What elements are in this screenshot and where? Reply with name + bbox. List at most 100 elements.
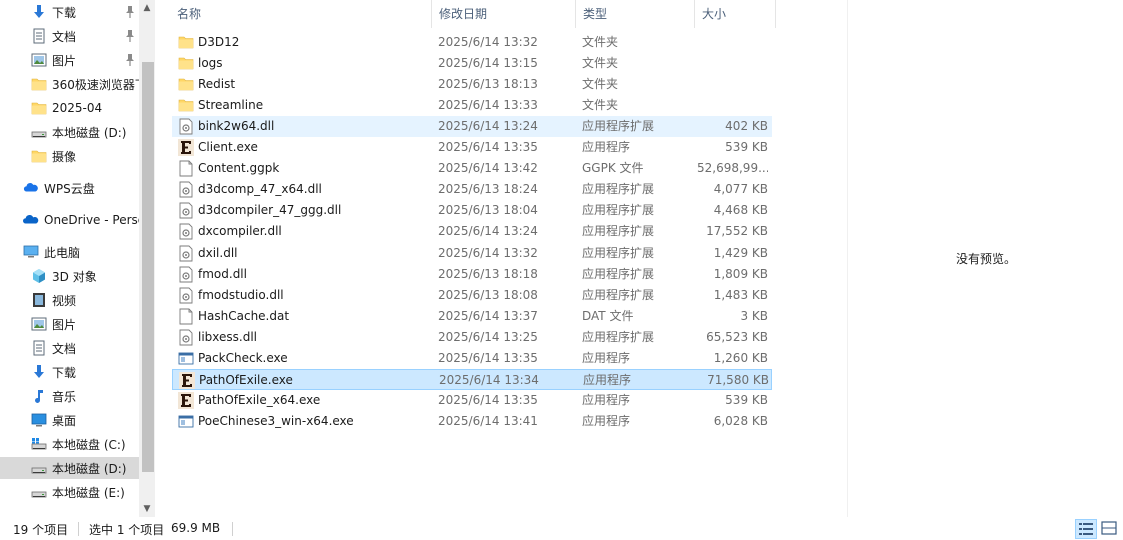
- sidebar-scroll-thumb[interactable]: [142, 62, 154, 472]
- file-row[interactable]: Streamline 2025/6/14 13:33 文件夹: [172, 95, 772, 116]
- dll-gear-icon: [178, 266, 194, 283]
- scroll-down-arrow-icon[interactable]: ▼: [141, 503, 153, 515]
- file-row[interactable]: d3dcompiler_47_ggg.dll 2025/6/13 18:04 应用程…: [172, 200, 772, 221]
- file-date: 2025/6/14 13:34: [439, 373, 539, 387]
- file-size: 1,429 KB: [713, 246, 768, 260]
- file-row[interactable]: HashCache.dat 2025/6/14 13:37 DAT 文件 3 KB: [172, 306, 772, 327]
- file-row[interactable]: dxil.dll 2025/6/14 13:32 应用程序扩展 1,429 KB: [172, 243, 772, 264]
- file-type: 应用程序: [582, 140, 631, 154]
- sidebar-item[interactable]: 3D 对象: [0, 265, 139, 287]
- video-icon: [31, 292, 47, 308]
- file-type: 文件夹: [582, 98, 619, 112]
- dll-gear-icon: [178, 245, 194, 262]
- sidebar-item[interactable]: 2025-04: [0, 97, 139, 119]
- blank-file-icon: [178, 308, 194, 325]
- details-view-button[interactable]: [1075, 519, 1097, 539]
- file-row[interactable]: libxess.dll 2025/6/14 13:25 应用程序扩展 65,523 K…: [172, 327, 772, 348]
- file-row[interactable]: Redist 2025/6/13 18:13 文件夹: [172, 74, 772, 95]
- file-row[interactable]: fmod.dll 2025/6/13 18:18 应用程序扩展 1,809 KB: [172, 264, 772, 285]
- sidebar-item[interactable]: 此电脑: [0, 241, 139, 263]
- sidebar-item[interactable]: 下载: [0, 1, 139, 23]
- sidebar-item[interactable]: 文档: [0, 337, 139, 359]
- sidebar-item[interactable]: 本地磁盘 (E:): [0, 481, 139, 503]
- column-header-size[interactable]: 大小: [695, 0, 776, 28]
- file-size: 52,698,99...: [697, 161, 768, 175]
- large-icons-view-button[interactable]: [1099, 519, 1121, 539]
- sidebar-item[interactable]: 桌面: [0, 409, 139, 431]
- sidebar-item[interactable]: 文档: [0, 25, 139, 47]
- sidebar-item-label: 本地磁盘 (C:): [52, 437, 126, 452]
- file-type: 应用程序: [582, 393, 631, 407]
- column-header-type[interactable]: 类型: [576, 0, 695, 28]
- preview-divider[interactable]: [847, 0, 848, 517]
- file-name: PackCheck.exe: [198, 351, 288, 365]
- file-row[interactable]: d3dcomp_47_x64.dll 2025/6/13 18:24 应用程序扩展 4…: [172, 179, 772, 200]
- file-row[interactable]: PathOfExile_x64.exe 2025/6/14 13:35 应用程序 53…: [172, 390, 772, 411]
- sidebar-item-label: 360极速浏览器下: [52, 77, 147, 92]
- file-type: 应用程序: [582, 351, 631, 365]
- sidebar-item-label: 摄像: [52, 149, 77, 164]
- sidebar-item[interactable]: 图片: [0, 313, 139, 335]
- sidebar-item-label: 音乐: [52, 389, 77, 404]
- file-row[interactable]: bink2w64.dll 2025/6/14 13:24 应用程序扩展 402 KB: [172, 116, 772, 137]
- file-row[interactable]: dxcompiler.dll 2025/6/14 13:24 应用程序扩展 17,55…: [172, 221, 772, 242]
- sidebar-item-label: 文档: [52, 341, 77, 356]
- file-name: fmod.dll: [198, 267, 247, 281]
- sidebar-item[interactable]: 图片: [0, 49, 139, 71]
- pin-icon[interactable]: [124, 5, 136, 19]
- file-type: 文件夹: [582, 35, 619, 49]
- sidebar-item[interactable]: 音乐: [0, 385, 139, 407]
- folder-icon: [31, 100, 47, 116]
- sidebar-item[interactable]: 本地磁盘 (C:): [0, 433, 139, 455]
- file-row[interactable]: D3D12 2025/6/14 13:32 文件夹: [172, 32, 772, 53]
- selection-count: 选中 1 个项目: [89, 523, 165, 537]
- dll-gear-icon: [178, 202, 194, 219]
- file-name: PoeChinese3_win-x64.exe: [198, 414, 354, 428]
- file-name: PathOfExile.exe: [199, 373, 293, 387]
- document-icon: [31, 340, 47, 356]
- sidebar-item-label: 图片: [52, 53, 77, 68]
- column-header-name[interactable]: 名称: [170, 0, 432, 28]
- file-type: 文件夹: [582, 56, 619, 70]
- status-divider: [232, 522, 233, 536]
- file-row[interactable]: logs 2025/6/14 13:15 文件夹: [172, 53, 772, 74]
- file-row[interactable]: PathOfExile.exe 2025/6/14 13:34 应用程序 71,580…: [172, 369, 772, 390]
- sidebar-item[interactable]: 下载: [0, 361, 139, 383]
- file-date: 2025/6/14 13:24: [438, 224, 538, 238]
- details-view-icon: [1079, 523, 1093, 535]
- file-name: Content.ggpk: [198, 161, 280, 175]
- file-date: 2025/6/14 13:33: [438, 98, 538, 112]
- selection-size: 69.9 MB: [171, 521, 221, 535]
- file-name: logs: [198, 56, 223, 70]
- file-row[interactable]: Client.exe 2025/6/14 13:35 应用程序 539 KB: [172, 137, 772, 158]
- drive-icon: [31, 124, 47, 140]
- sidebar-item[interactable]: 360极速浏览器下: [0, 73, 147, 95]
- file-type: 文件夹: [582, 77, 619, 91]
- poe-e-icon: [179, 372, 195, 389]
- sidebar-item[interactable]: 摄像: [0, 145, 139, 167]
- file-row[interactable]: PackCheck.exe 2025/6/14 13:35 应用程序 1,260 KB: [172, 348, 772, 369]
- sidebar-item[interactable]: OneDrive - Perso: [0, 209, 145, 231]
- large-icons-view-icon: [1101, 521, 1117, 535]
- file-row[interactable]: Content.ggpk 2025/6/14 13:42 GGPK 文件 52,698…: [172, 158, 772, 179]
- sidebar-item[interactable]: WPS云盘: [0, 177, 139, 199]
- sidebar-item-label: 图片: [52, 317, 77, 332]
- poe-e-icon: [178, 392, 194, 409]
- file-row[interactable]: PoeChinese3_win-x64.exe 2025/6/14 13:41 应用…: [172, 411, 772, 432]
- blank-file-icon: [178, 160, 194, 177]
- sidebar-item-label: OneDrive - Perso: [44, 213, 146, 227]
- sidebar-item[interactable]: 视频: [0, 289, 139, 311]
- column-header: ^ 名称 修改日期 类型 大小: [170, 0, 776, 28]
- sidebar-item[interactable]: 本地磁盘 (D:): [0, 457, 139, 479]
- file-name: Client.exe: [198, 140, 258, 154]
- scroll-up-arrow-icon[interactable]: ▲: [141, 2, 153, 14]
- file-size: 3 KB: [740, 309, 768, 323]
- pin-icon[interactable]: [124, 53, 136, 67]
- column-header-date[interactable]: 修改日期: [432, 0, 576, 28]
- sidebar-item[interactable]: 本地磁盘 (D:): [0, 121, 139, 143]
- pin-icon[interactable]: [124, 29, 136, 43]
- file-size: 1,809 KB: [713, 267, 768, 281]
- file-date: 2025/6/13 18:24: [438, 182, 538, 196]
- file-type: GGPK 文件: [582, 161, 644, 175]
- file-row[interactable]: fmodstudio.dll 2025/6/13 18:08 应用程序扩展 1,483…: [172, 285, 772, 306]
